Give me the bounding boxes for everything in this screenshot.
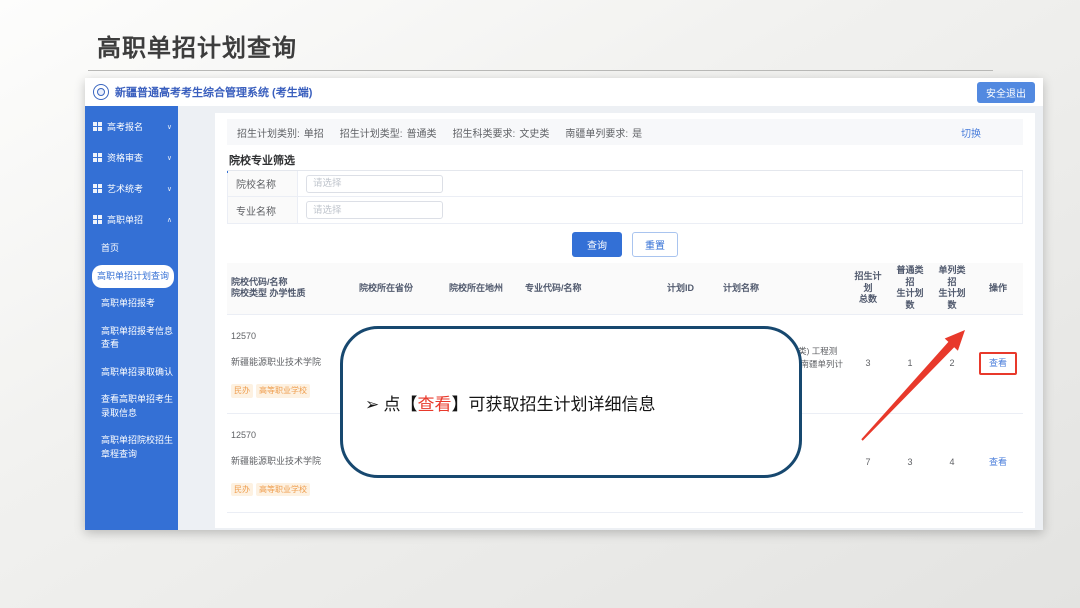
ownership-tag: 民办 xyxy=(231,384,253,398)
col-major: 专业代码/名称 xyxy=(521,263,663,314)
school-cell: 12570 新疆能源职业技术学院 民办高等职业学校 xyxy=(227,314,355,413)
sidebar-item-yishu-tongkao[interactable]: 艺术统考 ∨ xyxy=(85,173,178,204)
col-plan-name: 计划名称 xyxy=(719,263,847,314)
filter-plan-type: 招生计划类型:普通类 xyxy=(340,125,437,140)
slide-background: 高职单招计划查询 新疆普通高考考生综合管理系统 (考生端) 安全退出 高考报名 … xyxy=(0,0,1080,608)
plan-id-cell xyxy=(663,512,719,528)
col-single: 单列类招 生计划数 xyxy=(931,263,973,314)
sidebar-subitem-plan-query-active[interactable]: 高职单招计划查询 xyxy=(92,265,174,289)
filter-plan-category: 招生计划类别:单招 xyxy=(237,125,324,140)
tab-school-major-filter[interactable]: 院校专业筛选 xyxy=(227,149,297,173)
filter-form: 院校名称 专业名称 xyxy=(227,171,1023,224)
sidebar-item-label: 高考报名 xyxy=(107,120,143,133)
total-cell: 2 xyxy=(847,512,889,528)
sidebar-item-label: 资格审查 xyxy=(107,151,143,164)
major-cell xyxy=(521,512,663,528)
col-total: 招生计划 总数 xyxy=(847,263,889,314)
school-tags: 民办高等职业学校 xyxy=(231,382,351,398)
action-cell: 查看 xyxy=(973,314,1023,413)
view-link[interactable]: 查看 xyxy=(989,457,1007,467)
col-plan-id: 计划ID xyxy=(663,263,719,314)
switch-link[interactable]: 切换 xyxy=(961,125,981,140)
sidebar-item-label: 高职单招 xyxy=(107,213,143,226)
sidebar-subitem-zhangcheng[interactable]: 高职单招院校招生章程查询 xyxy=(85,427,178,468)
sidebar-subitem-home[interactable]: 首页 xyxy=(85,235,178,263)
menu-grid-icon xyxy=(93,184,102,193)
chevron-up-icon: ∧ xyxy=(167,216,172,224)
app-logo-icon xyxy=(93,84,109,100)
school-name-label: 院校名称 xyxy=(228,171,298,196)
action-cell: 查看 xyxy=(973,512,1023,528)
province-cell xyxy=(355,512,445,528)
sidebar-item-label: 艺术统考 xyxy=(107,182,143,195)
col-city: 院校所在地州 xyxy=(445,263,521,314)
sidebar-subitem-luqu-info[interactable]: 查看高职单招考生录取信息 xyxy=(85,386,178,427)
city-cell xyxy=(445,512,521,528)
chevron-down-icon: ∨ xyxy=(167,185,172,193)
col-general: 普通类招 生计划数 xyxy=(889,263,931,314)
col-action: 操作 xyxy=(973,263,1023,314)
filter-nanjiang-req: 南疆单列要求:是 xyxy=(565,125,642,140)
action-cell: 查看 xyxy=(973,413,1023,512)
table-row: 12570 新疆能源职业技术学院 民办高等职业学校 2 1 xyxy=(227,512,1023,528)
tab-bar: 院校专业筛选 xyxy=(227,149,1023,171)
school-tags: 民办高等职业学校 xyxy=(231,481,351,497)
sidebar: 高考报名 ∨ 资格审查 ∨ 艺术统考 ∨ 高职单招 ∧ xyxy=(85,106,178,530)
logout-button[interactable]: 安全退出 xyxy=(977,82,1035,103)
table-header-row: 院校代码/名称 院校类型 办学性质 院校所在省份 院校所在地州 专业代码/名称 … xyxy=(227,263,1023,314)
ownership-tag: 民办 xyxy=(231,483,253,497)
filter-summary-bar: 招生计划类别:单招 招生计划类型:普通类 招生科类要求:文史类 南疆单列要求:是… xyxy=(227,119,1023,145)
school-type-tag: 高等职业学校 xyxy=(256,483,310,497)
school-type-tag: 高等职业学校 xyxy=(256,384,310,398)
sidebar-item-gaokao-baoming[interactable]: 高考报名 ∨ xyxy=(85,111,178,142)
annotation-callout-bubble: ➢ 点【查看】可获取招生计划详细信息 xyxy=(340,326,802,478)
school-cell: 12570 新疆能源职业技术学院 民办高等职业学校 xyxy=(227,512,355,528)
sidebar-subitem-luqu-queren[interactable]: 高职单招录取确认 xyxy=(85,359,178,387)
school-cell: 12570 新疆能源职业技术学院 民办高等职业学校 xyxy=(227,413,355,512)
page-title: 高职单招计划查询 xyxy=(97,28,297,63)
sidebar-subitem-baokao[interactable]: 高职单招报考 xyxy=(85,290,178,318)
major-name-label: 专业名称 xyxy=(228,197,298,223)
chevron-down-icon: ∨ xyxy=(167,154,172,162)
title-divider xyxy=(88,70,993,71)
menu-grid-icon xyxy=(93,153,102,162)
form-row-school: 院校名称 xyxy=(228,171,1022,197)
button-row: 查询 重置 xyxy=(227,232,1023,257)
single-cell: 1 xyxy=(931,512,973,528)
app-header-title: 新疆普通高考考生综合管理系统 (考生端) xyxy=(115,84,312,100)
col-province: 院校所在省份 xyxy=(355,263,445,314)
view-link[interactable]: 查看 xyxy=(989,358,1007,368)
major-name-input[interactable] xyxy=(306,201,443,219)
sidebar-item-zige-shencha[interactable]: 资格审查 ∨ xyxy=(85,142,178,173)
general-cell: 1 xyxy=(889,512,931,528)
school-name-input[interactable] xyxy=(306,175,443,193)
sidebar-item-gaozhi-danzhao[interactable]: 高职单招 ∧ xyxy=(85,204,178,235)
filter-subject-req: 招生科类要求:文史类 xyxy=(453,125,550,140)
sidebar-subitem-baokao-info[interactable]: 高职单招报考信息查看 xyxy=(85,318,178,359)
reset-button[interactable]: 重置 xyxy=(632,232,678,257)
callout-highlight-word: 查看 xyxy=(418,395,452,414)
menu-grid-icon xyxy=(93,122,102,131)
menu-grid-icon xyxy=(93,215,102,224)
chevron-down-icon: ∨ xyxy=(167,123,172,131)
annotation-callout-text: ➢ 点【查看】可获取招生计划详细信息 xyxy=(365,390,656,415)
plan-name-cell xyxy=(719,512,847,528)
form-row-major: 专业名称 xyxy=(228,197,1022,223)
query-button[interactable]: 查询 xyxy=(572,232,622,257)
highlight-red-box: 查看 xyxy=(979,352,1017,375)
app-header: 新疆普通高考考生综合管理系统 (考生端) 安全退出 xyxy=(85,78,1043,106)
annotation-red-arrow xyxy=(850,320,975,455)
col-school: 院校代码/名称 院校类型 办学性质 xyxy=(227,263,355,314)
